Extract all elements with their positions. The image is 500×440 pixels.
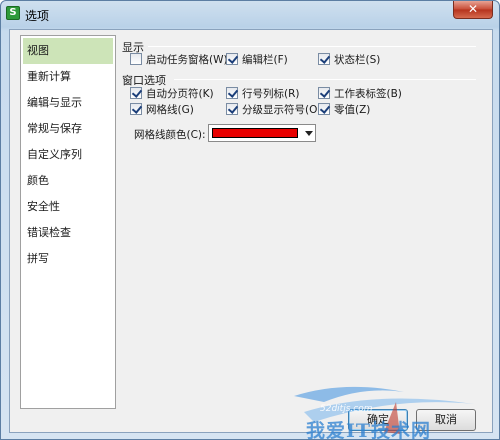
formula-bar-label: 编辑栏 [242, 54, 274, 66]
chevron-down-icon[interactable] [305, 131, 313, 136]
row-col-headers-key: (R) [284, 88, 300, 100]
formula-bar-checkbox[interactable]: 编辑栏(F) [226, 53, 288, 67]
gridline-color-swatch [212, 128, 298, 138]
sheet-tabs-box[interactable] [318, 87, 330, 99]
formula-bar-key: (F) [273, 54, 288, 66]
sidebar-item-edit-display[interactable]: 编辑与显示 [21, 90, 115, 116]
close-icon: ✕ [467, 2, 479, 16]
status-bar-label: 状态栏 [334, 54, 366, 66]
outline-symbols-label: 分级显示符号 [242, 104, 305, 116]
sheet-tabs-label: 工作表标签 [334, 88, 387, 100]
wps-spreadsheet-icon: S [6, 6, 20, 20]
auto-page-break-key: (K) [198, 88, 214, 100]
outline-symbols-checkbox[interactable]: 分级显示符号(O) [226, 103, 321, 117]
outline-symbols-box[interactable] [226, 103, 238, 115]
gridlines-label: 网格线 [146, 104, 178, 116]
row-col-headers-box[interactable] [226, 87, 238, 99]
startup-task-pane-checkbox[interactable]: 启动任务窗格(W) [130, 53, 228, 67]
sidebar-item-recalculation[interactable]: 重新计算 [21, 64, 115, 90]
zero-values-box[interactable] [318, 103, 330, 115]
status-bar-key: (S) [365, 54, 381, 66]
sidebar-item-color[interactable]: 颜色 [21, 168, 115, 194]
category-list: 视图 重新计算 编辑与显示 常规与保存 自定义序列 颜色 安全性 错误检查 拼写 [20, 35, 116, 409]
sheet-tabs-checkbox[interactable]: 工作表标签(B) [318, 87, 402, 101]
sidebar-item-general-save[interactable]: 常规与保存 [21, 116, 115, 142]
sheet-tabs-key: (B) [386, 88, 402, 100]
startup-task-pane-box[interactable] [130, 53, 142, 65]
window-options-heading: 窗口选项 [122, 74, 166, 87]
auto-page-break-checkbox[interactable]: 自动分页符(K) [130, 87, 214, 101]
row-col-headers-checkbox[interactable]: 行号列标(R) [226, 87, 300, 101]
gridline-color-label-text: 网格线颜色 [134, 129, 187, 141]
window-options-divider [174, 79, 476, 80]
gridline-color-label: 网格线颜色(C): [134, 127, 206, 142]
dialog-body: 视图 重新计算 编辑与显示 常规与保存 自定义序列 颜色 安全性 错误检查 拼写… [9, 29, 493, 440]
gridlines-key: (G) [177, 104, 194, 116]
startup-task-pane-key: (W) [209, 54, 228, 66]
view-options-panel: 显示 启动任务窗格(W) 编辑栏(F) 状态栏(S) 窗口选项 自动分页符(K)… [120, 35, 478, 365]
formula-bar-box[interactable] [226, 53, 238, 65]
title-bar[interactable]: S 选项 ✕ [1, 1, 499, 27]
close-button[interactable]: ✕ [453, 1, 493, 19]
sidebar-item-security[interactable]: 安全性 [21, 194, 115, 220]
gridline-color-dropdown[interactable] [208, 124, 316, 142]
status-bar-checkbox[interactable]: 状态栏(S) [318, 53, 380, 67]
sidebar-item-spelling[interactable]: 拼写 [21, 246, 115, 272]
display-group-divider [148, 46, 476, 47]
startup-task-pane-label: 启动任务窗格 [146, 54, 209, 66]
options-dialog: S 选项 ✕ 视图 重新计算 编辑与显示 常规与保存 自定义序列 颜色 安全性 … [0, 0, 500, 440]
sidebar-item-view[interactable]: 视图 [23, 38, 113, 64]
gridlines-box[interactable] [130, 103, 142, 115]
zero-values-key: (Z) [355, 104, 371, 116]
status-bar-box[interactable] [318, 53, 330, 65]
auto-page-break-label: 自动分页符 [146, 88, 199, 100]
zero-values-checkbox[interactable]: 零值(Z) [318, 103, 370, 117]
gridline-color-key: (C): [186, 129, 206, 141]
dialog-title: 选项 [25, 9, 50, 23]
cancel-button[interactable]: 取消 [416, 409, 476, 431]
auto-page-break-box[interactable] [130, 87, 142, 99]
sidebar-item-custom-lists[interactable]: 自定义序列 [21, 142, 115, 168]
zero-values-label: 零值 [334, 104, 355, 116]
ok-button[interactable]: 确定 [348, 409, 408, 431]
sidebar-item-error-checking[interactable]: 错误检查 [21, 220, 115, 246]
gridlines-checkbox[interactable]: 网格线(G) [130, 103, 194, 117]
row-col-headers-label: 行号列标 [242, 88, 284, 100]
